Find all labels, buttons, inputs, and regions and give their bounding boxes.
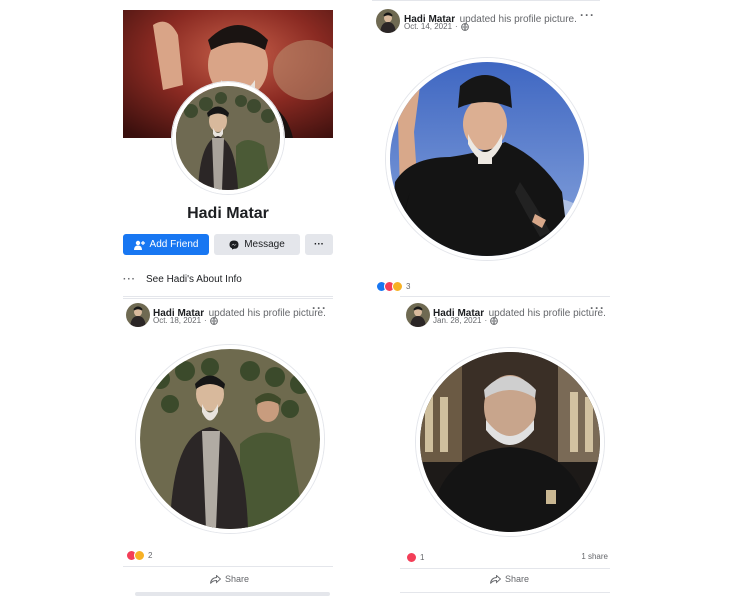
globe-icon xyxy=(209,316,218,325)
post-top-border xyxy=(372,0,600,1)
profile-avatar-large[interactable] xyxy=(172,82,284,194)
author-avatar-image xyxy=(126,303,150,327)
share-label: Share xyxy=(225,574,250,584)
divider xyxy=(123,566,333,567)
divider xyxy=(400,568,610,569)
about-info-label: See Hadi's About Info xyxy=(146,274,242,285)
about-info-link[interactable]: ··· See Hadi's About Info xyxy=(123,274,242,285)
care-icon xyxy=(392,281,403,292)
about-info-dots-icon: ··· xyxy=(123,274,136,285)
post-action-text: updated his profile picture. xyxy=(488,308,606,319)
post-meta: Oct. 14, 2021 · xyxy=(404,22,469,31)
post-author-avatar[interactable] xyxy=(126,303,150,327)
post-author-avatar[interactable] xyxy=(406,303,430,327)
post-meta: Jan. 28, 2021 · xyxy=(433,316,499,325)
post-profile-picture[interactable] xyxy=(386,58,588,260)
message-label: Message xyxy=(244,239,285,250)
add-person-icon xyxy=(133,240,145,250)
post-reactions[interactable]: 1 xyxy=(406,552,424,563)
post-action-text: updated his profile picture. xyxy=(208,308,326,319)
post-meta: Oct. 18, 2021 · xyxy=(153,316,218,325)
reaction-count: 1 xyxy=(420,553,425,562)
add-friend-label: Add Friend xyxy=(149,239,199,250)
more-options-button[interactable]: ··· xyxy=(305,234,333,255)
reaction-count: 3 xyxy=(406,282,411,291)
divider xyxy=(123,296,333,297)
post-date[interactable]: Jan. 28, 2021 xyxy=(433,316,481,325)
post-top-border xyxy=(400,296,610,297)
post-menu-button[interactable]: ··· xyxy=(312,301,327,315)
share-button[interactable]: Share xyxy=(490,574,529,584)
scrollbar[interactable] xyxy=(135,592,330,596)
meta-separator: · xyxy=(455,22,458,31)
post-date[interactable]: Oct. 18, 2021 xyxy=(153,316,201,325)
globe-icon xyxy=(490,316,499,325)
profile-name: Hadi Matar xyxy=(187,205,269,222)
meta-separator: · xyxy=(204,316,207,325)
messenger-icon xyxy=(229,240,239,249)
share-arrow-icon xyxy=(210,574,221,584)
meta-separator: · xyxy=(484,316,488,325)
globe-icon xyxy=(460,22,469,31)
share-label: Share xyxy=(505,574,530,584)
post-reactions[interactable]: 3 xyxy=(376,281,410,292)
share-arrow-icon xyxy=(490,574,501,584)
post-author-avatar[interactable] xyxy=(376,9,400,33)
post-menu-button[interactable]: ··· xyxy=(580,8,595,22)
reaction-count: 2 xyxy=(148,551,153,560)
post-photo-image xyxy=(390,62,584,256)
post-reactions[interactable]: 2 xyxy=(126,550,152,561)
post-photo-image xyxy=(420,352,600,532)
post-top-border xyxy=(123,298,333,299)
post-action-text: updated his profile picture. xyxy=(459,14,577,25)
author-avatar-image xyxy=(376,9,400,33)
share-count[interactable]: 1 share xyxy=(560,552,608,561)
post-photo-image xyxy=(140,349,320,529)
love-icon xyxy=(406,552,417,563)
post-profile-picture[interactable] xyxy=(416,348,604,536)
post-date[interactable]: Oct. 14, 2021 xyxy=(404,22,452,31)
share-button[interactable]: Share xyxy=(210,574,249,584)
post-profile-picture[interactable] xyxy=(136,345,324,533)
more-options-label: ··· xyxy=(314,239,324,250)
care-icon xyxy=(134,550,145,561)
add-friend-button[interactable]: Add Friend xyxy=(123,234,209,255)
author-avatar-image xyxy=(406,303,430,327)
post-menu-button[interactable]: ··· xyxy=(590,301,605,315)
divider xyxy=(400,592,610,593)
profile-avatar-image xyxy=(176,86,280,190)
message-button[interactable]: Message xyxy=(214,234,300,255)
